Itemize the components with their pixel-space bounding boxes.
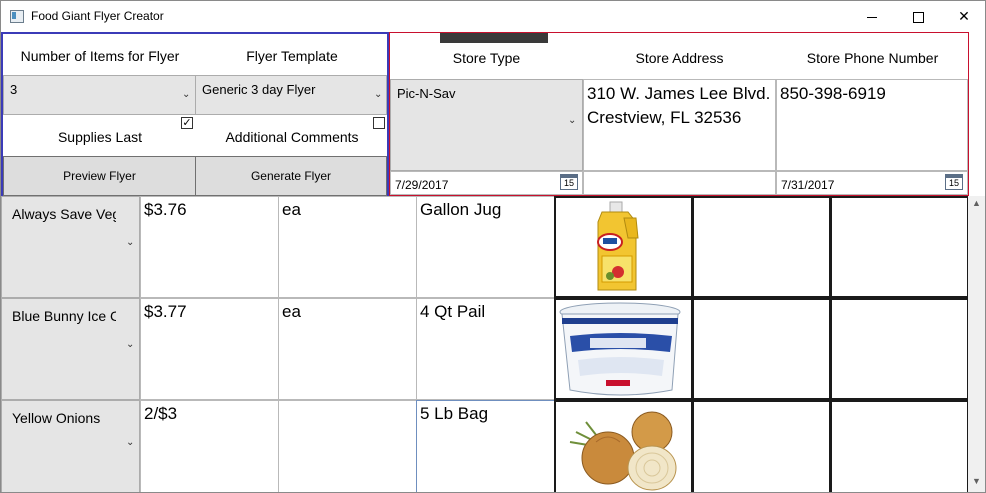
additional-comments-checkbox[interactable] — [373, 117, 385, 129]
item-price-field[interactable]: $3.77 — [140, 298, 279, 400]
ice-cream-pail-image — [559, 302, 681, 396]
item-unit-field[interactable]: ea — [278, 196, 417, 298]
store-address-line1: 310 W. James Lee Blvd. — [587, 84, 771, 103]
item-price-value: 2/$3 — [144, 404, 178, 423]
store-info-panel: Store Type Store Address Store Phone Num… — [389, 32, 969, 196]
store-address-line2: Crestview, FL 32536 — [587, 108, 742, 127]
item-unit-field[interactable] — [278, 400, 417, 492]
item-image-cell[interactable] — [554, 298, 693, 400]
maximize-icon — [912, 11, 924, 23]
item-unit-field[interactable]: ea — [278, 298, 417, 400]
store-type-dropdown[interactable]: Pic-N-Sav ⌄ — [390, 79, 583, 171]
title-bar: Food Giant Flyer Creator ✕ — [1, 1, 985, 32]
chevron-down-icon: ⌄ — [126, 437, 135, 448]
calendar-icon[interactable]: 15 — [945, 174, 963, 190]
store-address-field[interactable]: 310 W. James Lee Blvd. Crestview, FL 325… — [583, 79, 776, 171]
item-size-field[interactable]: Gallon Jug — [416, 196, 555, 298]
item-extra-cell[interactable] — [692, 298, 831, 400]
store-phone-field[interactable]: 850-398-6919 — [776, 79, 968, 171]
item-price-field[interactable]: 2/$3 — [140, 400, 279, 492]
store-type-label: Store Type — [452, 50, 521, 66]
store-phone-value: 850-398-6919 — [780, 84, 886, 103]
store-phone-label: Store Phone Number — [806, 50, 939, 66]
close-button[interactable]: ✕ — [941, 1, 985, 32]
additional-comments-label: Additional Comments — [225, 129, 359, 145]
items-count-dropdown[interactable]: 3 ⌄ — [3, 75, 196, 115]
chevron-down-icon: ⌄ — [374, 89, 383, 100]
minimize-icon — [867, 16, 877, 18]
app-icon — [10, 10, 24, 23]
maximize-button[interactable] — [895, 1, 941, 32]
chevron-down-icon: ⌄ — [126, 339, 135, 350]
store-address-label: Store Address — [635, 50, 724, 66]
chevron-down-icon: ⌄ — [126, 237, 135, 248]
vertical-scrollbar[interactable]: ▲ ▼ — [968, 196, 985, 492]
flyer-template-label: Flyer Template — [246, 48, 338, 64]
end-date-value: 7/31/2017 — [781, 178, 835, 192]
item-name-dropdown[interactable]: Yellow Onions ⌄ — [1, 400, 140, 492]
flyer-template-value: Generic 3 day Flyer — [202, 82, 316, 97]
address-spacer — [583, 171, 776, 195]
preview-flyer-button[interactable]: Preview Flyer — [3, 156, 196, 196]
item-image-cell[interactable] — [554, 400, 693, 492]
app-window: Food Giant Flyer Creator ✕ Number of Ite… — [0, 0, 986, 493]
item-name-value: Yellow Onions — [12, 410, 101, 426]
vegetable-oil-jug-image — [597, 201, 639, 291]
flyer-settings-panel: Number of Items for Flyer Flyer Template… — [1, 32, 389, 196]
store-type-value: Pic-N-Sav — [397, 86, 456, 101]
item-size-value: 4 Qt Pail — [420, 302, 486, 321]
chevron-down-icon: ⌄ — [182, 89, 191, 100]
item-price-value: $3.76 — [144, 200, 187, 219]
items-count-label: Number of Items for Flyer — [20, 48, 180, 64]
chevron-down-icon: ⌄ — [568, 115, 577, 126]
item-unit-value: ea — [282, 200, 301, 219]
items-count-value: 3 — [10, 82, 18, 97]
item-extra-cell[interactable] — [692, 196, 831, 298]
item-size-field[interactable]: 4 Qt Pail — [416, 298, 555, 400]
scroll-up-icon[interactable]: ▲ — [972, 198, 981, 208]
minimize-button[interactable] — [849, 1, 895, 32]
item-name-dropdown[interactable]: Blue Bunny Ice C ⌄ — [1, 298, 140, 400]
item-name-value: Always Save Veg — [12, 206, 116, 222]
flyer-template-dropdown[interactable]: Generic 3 day Flyer ⌄ — [195, 75, 387, 115]
item-extra-cell[interactable] — [830, 196, 969, 298]
item-name-dropdown[interactable]: Always Save Veg ⌄ — [1, 196, 140, 298]
item-extra-cell[interactable] — [830, 400, 969, 492]
checkmark-icon: ✓ — [182, 117, 192, 129]
item-extra-cell[interactable] — [692, 400, 831, 492]
start-date-picker[interactable]: 7/29/2017 15 — [390, 171, 583, 195]
supplies-last-checkbox[interactable]: ✓ — [181, 117, 193, 129]
item-name-value: Blue Bunny Ice C — [12, 308, 116, 324]
item-unit-value: ea — [282, 302, 301, 321]
item-size-value: 5 Lb Bag — [420, 404, 489, 423]
end-date-picker[interactable]: 7/31/2017 15 — [776, 171, 968, 195]
splitter-grip[interactable] — [440, 33, 548, 43]
item-price-field[interactable]: $3.76 — [140, 196, 279, 298]
item-extra-cell[interactable] — [830, 298, 969, 400]
close-icon: ✕ — [958, 8, 970, 24]
start-date-value: 7/29/2017 — [395, 178, 449, 192]
item-price-value: $3.77 — [144, 302, 187, 321]
onions-image — [569, 411, 677, 491]
item-image-cell[interactable] — [554, 196, 693, 298]
supplies-last-label: Supplies Last — [57, 129, 143, 145]
scroll-down-icon[interactable]: ▼ — [972, 476, 981, 486]
calendar-icon[interactable]: 15 — [560, 174, 578, 190]
item-size-value: Gallon Jug — [420, 200, 502, 219]
window-title: Food Giant Flyer Creator — [31, 9, 164, 23]
item-size-field[interactable]: 5 Lb Bag — [416, 400, 555, 492]
generate-flyer-button[interactable]: Generate Flyer — [195, 156, 387, 196]
